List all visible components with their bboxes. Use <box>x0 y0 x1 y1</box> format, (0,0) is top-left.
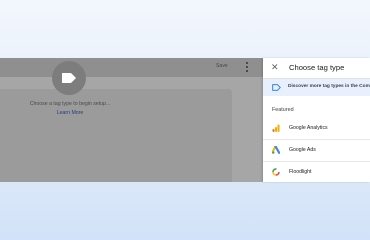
choose-tag-type-panel: ✕ Choose tag type Discover more tag type… <box>263 58 370 182</box>
panel-title: Choose tag type <box>289 63 345 72</box>
empty-state-message: Choose a tag type to begin setup... <box>29 101 111 107</box>
discover-text: Discover more tag types in the Com <box>288 84 370 89</box>
learn-more-link[interactable]: Learn More <box>20 110 120 116</box>
more-options-icon[interactable] <box>245 62 249 72</box>
google-ads-icon <box>272 146 280 154</box>
tag-type-google-ads[interactable]: Google Ads <box>263 140 370 162</box>
featured-heading: Featured <box>272 107 294 113</box>
tag-type-label: Floodlight <box>289 169 312 175</box>
save-button[interactable]: Save <box>216 63 228 69</box>
tag-type-floodlight[interactable]: Floodlight <box>263 162 370 182</box>
tag-type-label: Google Analytics <box>289 125 328 131</box>
discover-community-templates[interactable]: Discover more tag types in the Com <box>263 79 370 96</box>
top-toolbar: Save <box>0 58 263 77</box>
tag-type-label: Google Ads <box>289 147 316 153</box>
floodlight-icon <box>272 168 280 176</box>
tag-type-placeholder-button[interactable] <box>52 61 86 95</box>
close-icon[interactable]: ✕ <box>271 63 279 72</box>
tag-type-google-analytics[interactable]: Google Analytics <box>263 118 370 140</box>
tag-icon <box>62 73 76 83</box>
panel-header: ✕ Choose tag type <box>263 58 370 79</box>
google-analytics-icon <box>272 124 280 132</box>
tag-outline-icon <box>272 84 281 91</box>
